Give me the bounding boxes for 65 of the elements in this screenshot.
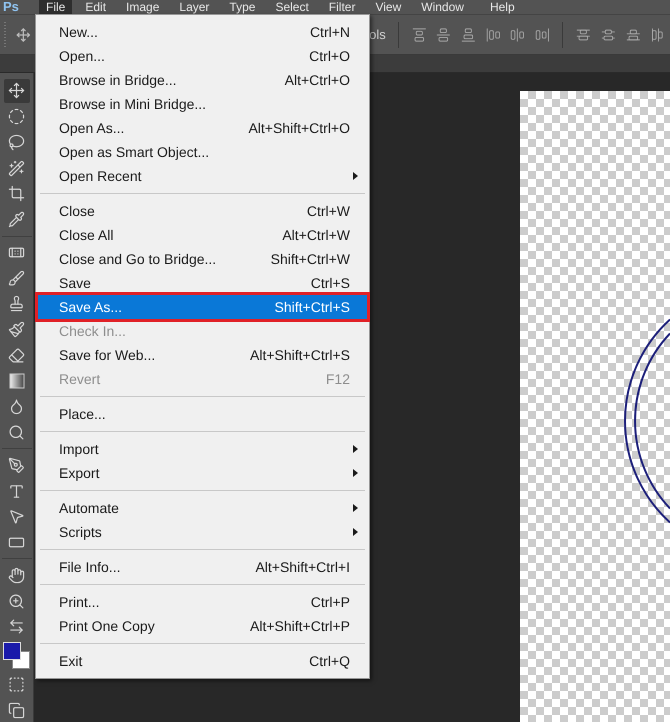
color-swatches[interactable] (2, 640, 32, 670)
menu-item[interactable]: Save Ctrl+S (38, 271, 367, 295)
menu-title[interactable]: Type (222, 0, 262, 14)
menu-item[interactable]: Place... (38, 402, 367, 426)
menu-item[interactable]: Close and Go to Bridge... Shift+Ctrl+W (38, 247, 367, 271)
align-bottom-icon[interactable] (460, 26, 476, 44)
menu-item[interactable]: Export (38, 461, 367, 485)
hand-tool-icon[interactable] (8, 566, 25, 584)
app-logo: Ps (2, 0, 20, 14)
wand-tool-icon[interactable] (8, 160, 25, 177)
menu-item[interactable]: Exit Ctrl+Q (38, 649, 367, 673)
menu-item[interactable]: Browse in Mini Bridge... (38, 92, 367, 116)
marquee-tool-icon[interactable] (8, 108, 25, 126)
menu-title[interactable]: Window (414, 0, 471, 14)
menu-title[interactable]: Edit (78, 0, 114, 14)
type-tool-icon[interactable] (8, 482, 25, 500)
menu-item[interactable]: Save As... Shift+Ctrl+S (38, 295, 367, 319)
menu-item[interactable]: Close Ctrl+W (38, 199, 367, 223)
align-center-icon[interactable] (510, 26, 525, 44)
pen-tool-icon[interactable] (8, 456, 25, 474)
menu-item[interactable]: Save for Web... Alt+Shift+Ctrl+S (38, 343, 367, 367)
eraser-tool-icon[interactable] (8, 346, 25, 364)
menu-item[interactable]: Scripts (38, 520, 367, 544)
menu-title[interactable]: Help (482, 0, 522, 14)
menu-title[interactable]: File (39, 0, 72, 14)
menu-title[interactable]: Filter (322, 0, 362, 14)
menu-item[interactable]: Browse in Bridge... Alt+Ctrl+O (38, 68, 367, 92)
history-brush-tool-icon[interactable] (8, 321, 25, 338)
menu-item[interactable]: Open... Ctrl+O (38, 44, 367, 68)
distribute-left-icon[interactable] (650, 26, 665, 44)
brush-tool-icon[interactable] (8, 270, 25, 287)
align-left-icon[interactable] (486, 26, 500, 44)
menu-item[interactable]: Print... Ctrl+P (38, 590, 367, 614)
align-right-icon[interactable] (534, 26, 550, 44)
swap-colors-icon[interactable] (8, 618, 25, 636)
lasso-tool-icon[interactable] (8, 134, 25, 151)
grip-icon (4, 22, 6, 48)
align-top-icon[interactable] (412, 26, 426, 44)
menu-item[interactable]: Close All Alt+Ctrl+W (38, 223, 367, 247)
dodge-tool-icon[interactable] (8, 424, 25, 442)
crop-tool-icon[interactable] (8, 185, 25, 202)
eyedropper-tool-icon[interactable] (8, 211, 25, 228)
gradient-tool-icon[interactable] (8, 373, 24, 390)
menu-item[interactable]: Automate (38, 496, 367, 520)
options-label: ols (369, 27, 386, 42)
menu-item[interactable]: New... Ctrl+N (38, 20, 367, 44)
screen-mode-icon[interactable] (8, 702, 25, 719)
stamp-tool-icon[interactable] (8, 295, 25, 312)
move-tool-icon[interactable] (8, 82, 25, 100)
menu-item[interactable]: Open as Smart Object... (38, 140, 367, 164)
menu-item[interactable]: Import (38, 437, 367, 461)
menu-title[interactable]: View (368, 0, 408, 14)
menu-item[interactable]: Open As... Alt+Shift+Ctrl+O (38, 116, 367, 140)
path-select-tool-icon[interactable] (8, 508, 25, 526)
menu-item[interactable]: Open Recent (38, 164, 367, 188)
menu-title[interactable]: Layer (172, 0, 216, 14)
move-tool-icon[interactable] (16, 26, 32, 44)
menu-title[interactable]: Select (268, 0, 316, 14)
menu-item[interactable]: File Info... Alt+Shift+Ctrl+I (38, 555, 367, 579)
align-middle-icon[interactable] (436, 26, 451, 44)
drop-tool-icon[interactable] (8, 398, 25, 416)
menu-title[interactable]: Image (119, 0, 166, 14)
quick-mask-icon[interactable] (8, 676, 25, 693)
menu-item[interactable]: Print One Copy Alt+Shift+Ctrl+P (38, 614, 367, 638)
zoom-tool-icon[interactable] (8, 592, 25, 610)
